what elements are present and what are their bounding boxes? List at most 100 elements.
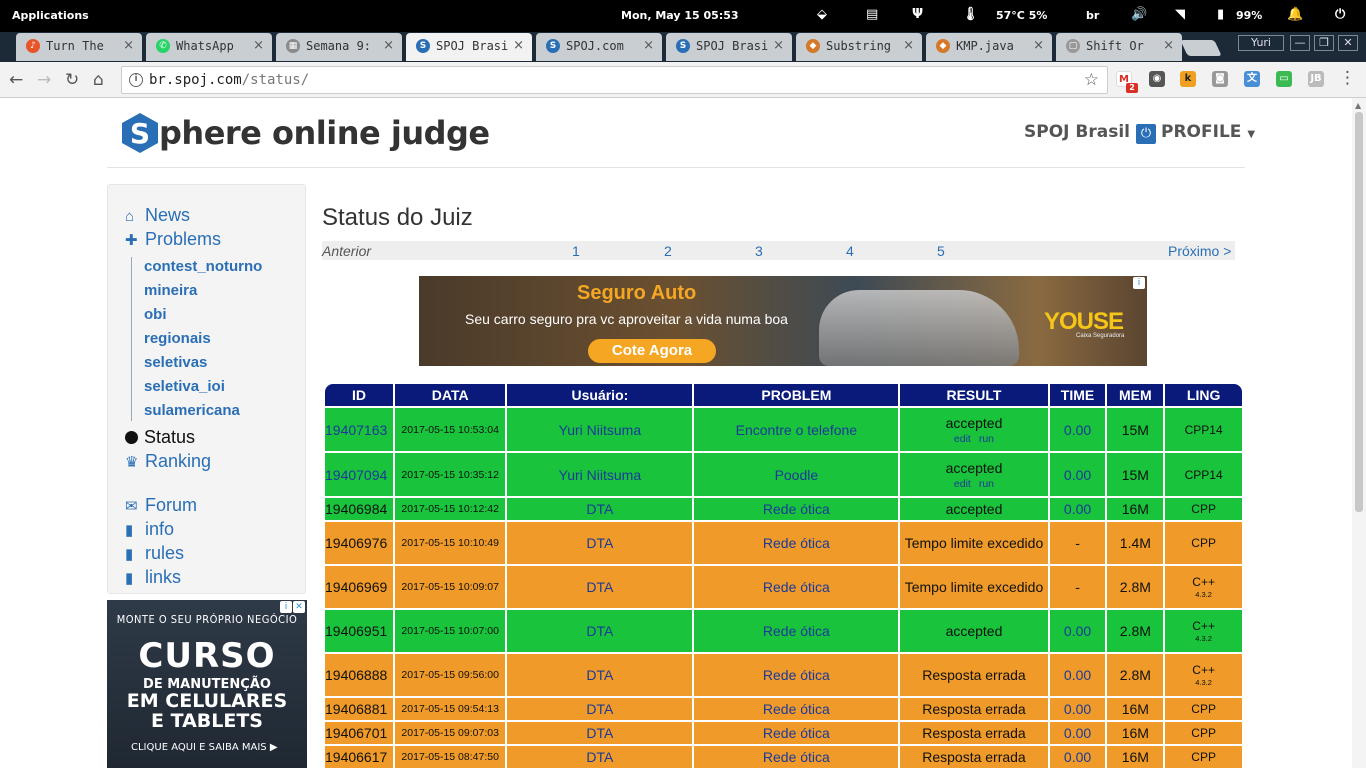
forward-button[interactable]: → bbox=[37, 70, 51, 90]
submission-id[interactable]: 19407094 bbox=[325, 453, 393, 496]
edit-link[interactable]: edit bbox=[954, 433, 971, 445]
pager-page-3[interactable]: 3 bbox=[755, 243, 763, 259]
pager-page-4[interactable]: 4 bbox=[846, 243, 854, 259]
community-link[interactable]: SPOJ Brasil bbox=[1024, 122, 1130, 142]
user-link[interactable]: DTA bbox=[507, 654, 693, 696]
browser-tab[interactable]: ♪ Turn The × bbox=[16, 33, 142, 61]
keyboard-layout[interactable]: br bbox=[1086, 9, 1099, 22]
problem-link[interactable]: Rede ótica bbox=[694, 498, 899, 520]
col-result[interactable]: RESULT bbox=[900, 384, 1048, 406]
col-date[interactable]: DATA bbox=[394, 384, 506, 406]
sidebar-subitem[interactable]: seletivas bbox=[144, 354, 207, 371]
camera-extension-icon[interactable]: ◙ bbox=[1212, 71, 1228, 87]
col-time[interactable]: TIME bbox=[1049, 384, 1106, 406]
scroll-up-icon[interactable]: ▲ bbox=[1355, 101, 1361, 110]
sidebar-subitem[interactable]: contest_noturno bbox=[144, 258, 262, 275]
page-scrollbar[interactable]: ▲ bbox=[1352, 98, 1366, 768]
home-icon[interactable]: ⌂ bbox=[93, 70, 104, 90]
profile-switcher[interactable]: Yuri bbox=[1238, 35, 1284, 51]
run-link[interactable]: run bbox=[979, 433, 994, 445]
minimize-button[interactable]: — bbox=[1290, 35, 1310, 51]
problem-link[interactable]: Rede ótica bbox=[694, 566, 899, 608]
close-tab-icon[interactable]: × bbox=[643, 38, 654, 53]
sidebar-links[interactable]: ▮ links bbox=[125, 567, 181, 588]
sidebar-forum[interactable]: ✉ Forum bbox=[125, 495, 197, 516]
url-text[interactable]: br.spoj.com/status/ bbox=[149, 72, 309, 88]
close-tab-icon[interactable]: × bbox=[123, 38, 134, 53]
volume-icon[interactable]: 🔊 bbox=[1131, 7, 1147, 22]
run-link[interactable]: run bbox=[979, 478, 994, 490]
problem-link[interactable]: Rede ótica bbox=[694, 522, 899, 564]
adchoices-icon[interactable]: i bbox=[280, 601, 292, 613]
sidebar-subitem[interactable]: mineira bbox=[144, 282, 197, 299]
scroll-thumb[interactable] bbox=[1355, 112, 1363, 512]
col-mem[interactable]: MEM bbox=[1107, 384, 1164, 406]
problem-link[interactable]: Rede ótica bbox=[694, 722, 899, 744]
problem-link[interactable]: Rede ótica bbox=[694, 654, 899, 696]
battery-icon[interactable]: ▮ bbox=[1217, 7, 1224, 22]
col-user[interactable]: Usuário: bbox=[507, 384, 693, 406]
browser-tab[interactable]: ▢ Shift Or × bbox=[1056, 33, 1182, 61]
browser-tab[interactable]: ◆ KMP.java × bbox=[926, 33, 1052, 61]
close-tab-icon[interactable]: × bbox=[1033, 38, 1044, 53]
sidebar-subitem[interactable]: obi bbox=[144, 306, 167, 323]
sidebar-subitem[interactable]: regionais bbox=[144, 330, 211, 347]
user-link[interactable]: DTA bbox=[507, 698, 693, 720]
lightbulb-extension-icon[interactable]: ◉ bbox=[1149, 71, 1165, 87]
sidebar-subitem[interactable]: sulamericana bbox=[144, 402, 240, 419]
col-id[interactable]: ID bbox=[325, 384, 393, 406]
reload-button[interactable]: ↻ bbox=[65, 70, 79, 90]
pager-page-5[interactable]: 5 bbox=[937, 243, 945, 259]
power-profile-icon[interactable]: ⏻ bbox=[1136, 124, 1156, 144]
browser-tab[interactable]: ▦ Semana 9: × bbox=[276, 33, 402, 61]
wifi-icon[interactable]: ◥ bbox=[1175, 7, 1185, 22]
back-button[interactable]: ← bbox=[9, 70, 23, 90]
jb-extension-icon[interactable]: JB bbox=[1308, 71, 1324, 87]
problem-link[interactable]: Rede ótica bbox=[694, 610, 899, 652]
applications-menu[interactable]: Applications bbox=[12, 9, 89, 22]
sidebar-ranking[interactable]: ♛ Ranking bbox=[125, 451, 211, 472]
adchoices-icon[interactable]: i bbox=[1133, 277, 1145, 289]
close-tab-icon[interactable]: × bbox=[1163, 38, 1174, 53]
browser-tab[interactable]: ✆ WhatsApp × bbox=[146, 33, 272, 61]
top-advertisement[interactable]: Seguro Auto Seu carro seguro pra vc apro… bbox=[419, 276, 1147, 366]
col-lang[interactable]: LING bbox=[1165, 384, 1242, 406]
browser-tab[interactable]: ◆ Substring × bbox=[796, 33, 922, 61]
problem-link[interactable]: Rede ótica bbox=[694, 698, 899, 720]
browser-menu-icon[interactable]: ⋮ bbox=[1339, 68, 1356, 88]
submission-id[interactable]: 19407163 bbox=[325, 408, 393, 451]
close-tab-icon[interactable]: × bbox=[903, 38, 914, 53]
pager-page-2[interactable]: 2 bbox=[664, 243, 672, 259]
user-link[interactable]: DTA bbox=[507, 722, 693, 744]
close-tab-icon[interactable]: × bbox=[773, 38, 784, 53]
k-extension-icon[interactable]: k bbox=[1180, 71, 1196, 87]
maximize-button[interactable]: ❐ bbox=[1314, 35, 1334, 51]
browser-tab[interactable]: S SPOJ Brasi × bbox=[666, 33, 792, 61]
storage-icon[interactable]: ▤ bbox=[866, 7, 878, 22]
side-advertisement[interactable]: MONTE O SEU PRÓPRIO NEGÓCIO CURSO DE MAN… bbox=[107, 600, 307, 768]
sidebar-subitem[interactable]: seletiva_ioi bbox=[144, 378, 225, 395]
profile-menu[interactable]: PROFILE ▼ bbox=[1161, 122, 1255, 142]
problem-link[interactable]: Encontre o telefone bbox=[694, 408, 899, 451]
dropbox-icon[interactable]: ⬙ bbox=[817, 7, 827, 22]
power-icon[interactable]: ⏻ bbox=[1335, 7, 1345, 22]
new-tab-button[interactable] bbox=[1180, 40, 1222, 56]
thermometer-icon[interactable]: 🌡 bbox=[962, 7, 979, 22]
browser-tab[interactable]: S SPOJ Brasi × bbox=[406, 33, 532, 61]
ad-cta-button[interactable]: Cote Agora bbox=[588, 339, 716, 363]
user-link[interactable]: DTA bbox=[507, 498, 693, 520]
address-bar[interactable]: i br.spoj.com/status/ ☆ bbox=[121, 66, 1108, 94]
user-link[interactable]: Yuri Niitsuma bbox=[507, 453, 693, 496]
ad-cta[interactable]: CLIQUE AQUI E SAIBA MAIS ▶ bbox=[131, 742, 278, 753]
sidebar-info[interactable]: ▮ info bbox=[125, 519, 174, 540]
pager-next[interactable]: Próximo > bbox=[1168, 243, 1231, 259]
pager-previous[interactable]: Anterior bbox=[322, 243, 371, 259]
user-link[interactable]: DTA bbox=[507, 522, 693, 564]
pager-page-1[interactable]: 1 bbox=[572, 243, 580, 259]
browser-tab[interactable]: S SPOJ.com × bbox=[536, 33, 662, 61]
sidebar-problems[interactable]: ✚ Problems bbox=[125, 229, 221, 250]
user-link[interactable]: DTA bbox=[507, 566, 693, 608]
edit-link[interactable]: edit bbox=[954, 478, 971, 490]
user-link[interactable]: DTA bbox=[507, 610, 693, 652]
col-problem[interactable]: PROBLEM bbox=[694, 384, 899, 406]
